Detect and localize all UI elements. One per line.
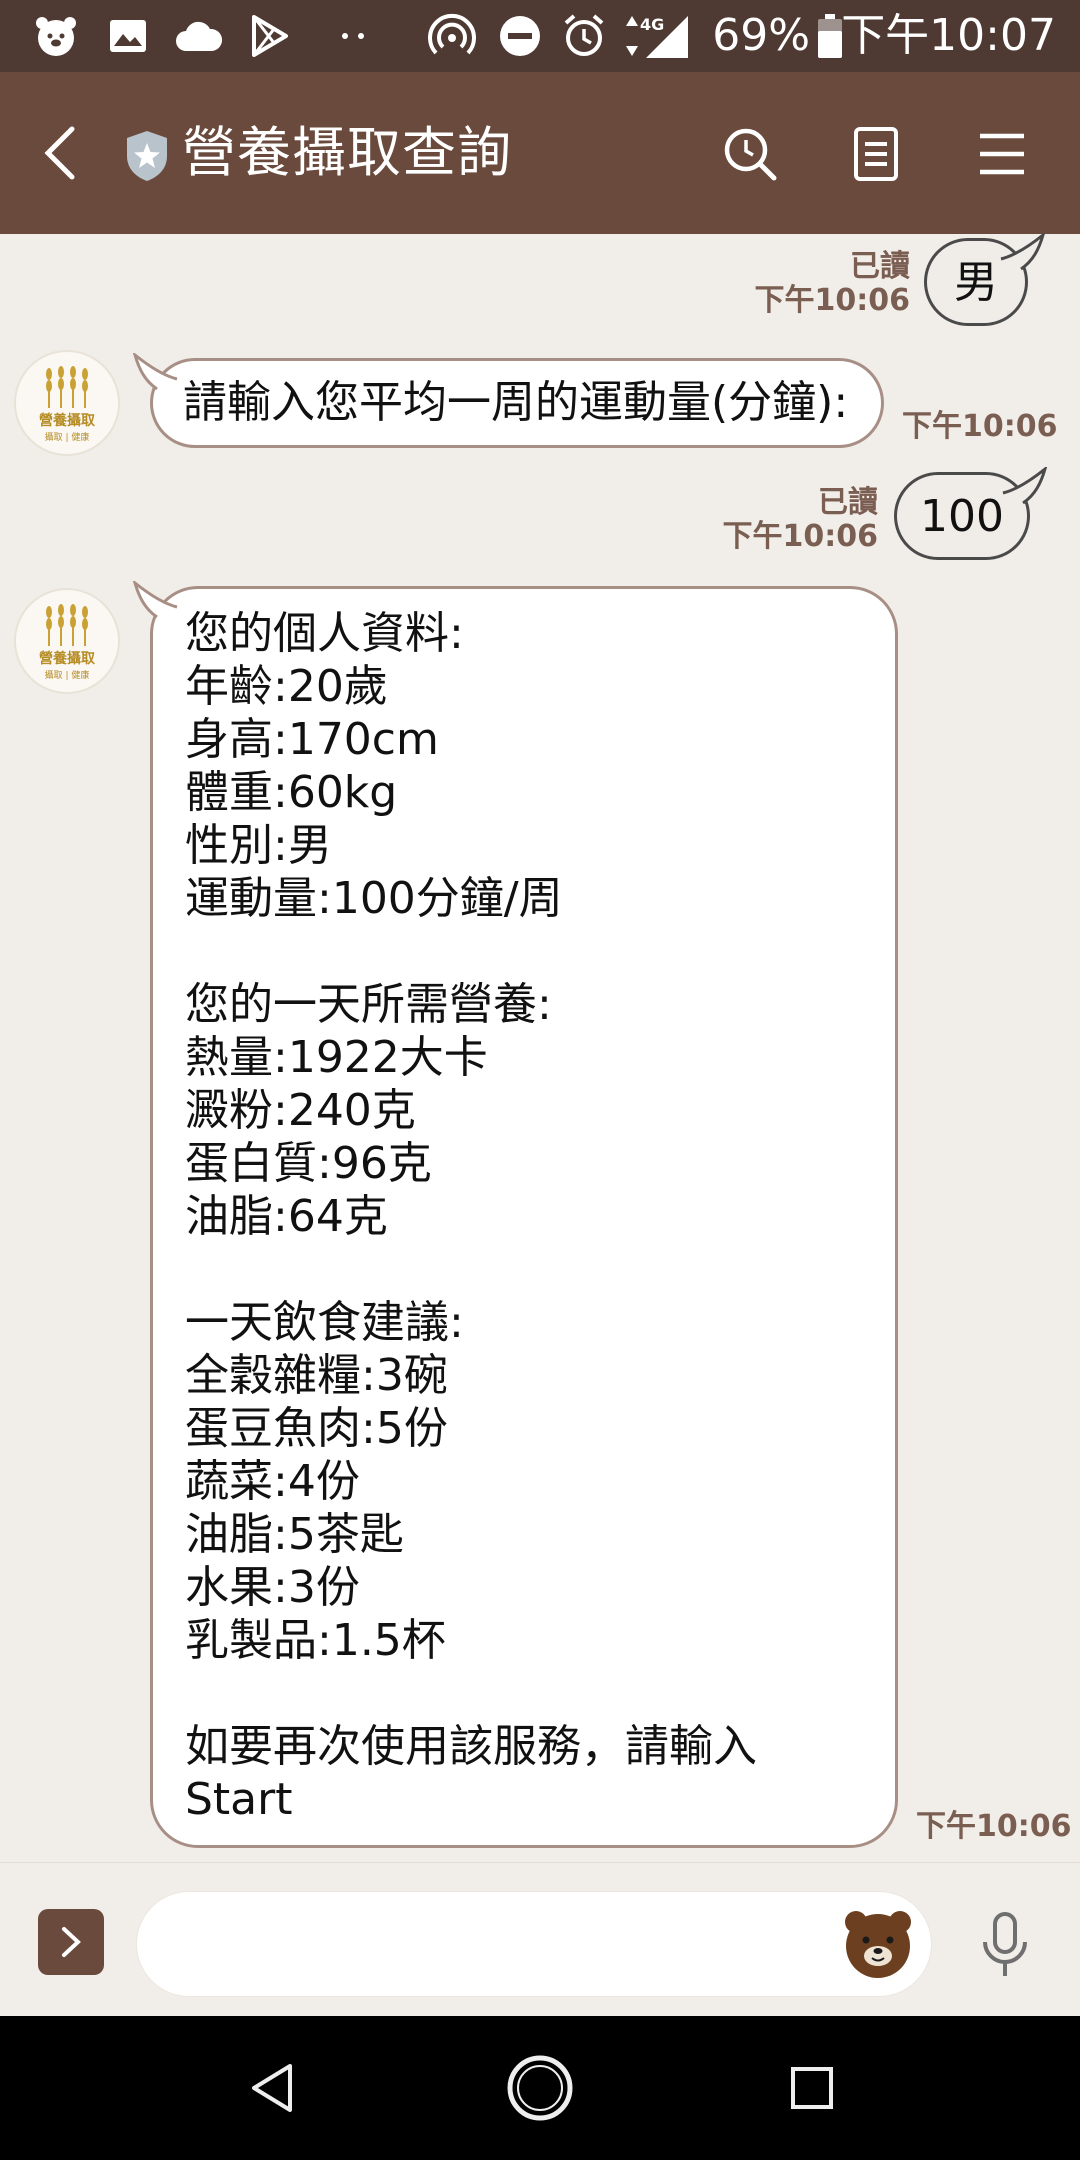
- message-line: [185, 1667, 757, 1720]
- svg-text:4G: 4G: [640, 15, 664, 34]
- message-text: 100: [920, 491, 1004, 542]
- read-receipt: 已讀: [818, 485, 878, 520]
- message-line: [185, 1243, 757, 1296]
- nav-home-icon[interactable]: [504, 2052, 576, 2124]
- avatar-sublabel: 攝取 | 健康: [44, 432, 90, 443]
- message-time: 下午10:06: [902, 409, 1058, 444]
- message-bubble-outgoing[interactable]: 男: [924, 233, 1045, 326]
- mic-button[interactable]: [972, 1907, 1038, 1983]
- hotspot-icon: [426, 10, 478, 62]
- message-meta: 已讀 下午10:06: [700, 249, 911, 318]
- play-store-icon: [246, 10, 294, 62]
- message-line: 油脂:64克: [185, 1191, 388, 1242]
- mic-icon: [983, 1912, 1027, 1976]
- message-line: [185, 925, 757, 978]
- wheat-icon: [46, 603, 88, 646]
- message-meta: 已讀 下午10:06: [668, 485, 879, 554]
- message-line: 蔬菜:4份: [185, 1456, 360, 1507]
- input-bar: [0, 1862, 1080, 2016]
- verified-shield-icon: [122, 128, 172, 184]
- message-time: 下午10:06: [916, 1809, 1072, 1844]
- alarm-icon: [558, 10, 610, 62]
- system-nav-bar: [0, 2016, 1080, 2160]
- message-line: 體重:60kg: [185, 767, 398, 818]
- message-line: 性別:男: [185, 820, 332, 871]
- message-time: 下午10:06: [722, 519, 879, 554]
- message-line: 年齡:20歲: [185, 661, 388, 712]
- cloud-icon: [172, 10, 224, 62]
- message-time: 下午10:06: [754, 283, 911, 318]
- more-dots-icon: [336, 10, 372, 62]
- message-line: 您的一天所需營養:: [185, 979, 552, 1030]
- wheat-icon: [46, 365, 88, 408]
- sticker-button[interactable]: [842, 1908, 914, 1980]
- message-line: 您的個人資料:: [185, 608, 464, 659]
- back-icon[interactable]: [36, 120, 84, 186]
- message-line: 蛋白質:96克: [185, 1138, 432, 1189]
- message-bubble-incoming[interactable]: 請輸入您平均一周的運動量(分鐘):: [133, 353, 884, 448]
- message-line: 乳製品:1.5杯: [185, 1615, 446, 1666]
- message-line: 油脂:5茶匙: [185, 1509, 404, 1560]
- chat-area[interactable]: 已讀 下午10:06 男 營養攝取 攝取 | 健康 請輸入您平均一周的運動量(分…: [0, 233, 1080, 1862]
- do-not-disturb-icon: [494, 10, 546, 62]
- avatar-label: 營養攝取: [39, 650, 95, 667]
- bot-avatar[interactable]: 營養攝取 攝取 | 健康: [14, 350, 120, 456]
- avatar-sublabel: 攝取 | 健康: [44, 670, 90, 681]
- message-text: 請輸入您平均一周的運動量(分鐘):: [183, 377, 849, 428]
- chat-header: 營養攝取查詢: [0, 72, 1080, 234]
- status-bar: 4G 69% 下午10:07: [0, 0, 1080, 72]
- bear-icon: [30, 10, 82, 62]
- message-line: 如要再次使用該服務，請輸入: [185, 1721, 757, 1772]
- expand-button[interactable]: [38, 1909, 104, 1975]
- status-time: 下午10:07: [841, 10, 1056, 61]
- nav-recents-icon[interactable]: [776, 2052, 848, 2124]
- message-text: 男: [954, 257, 998, 308]
- avatar-label: 營養攝取: [39, 412, 95, 429]
- image-icon: [104, 10, 152, 62]
- message-line: Start: [185, 1774, 293, 1825]
- message-line: 一天飲食建議:: [185, 1297, 464, 1348]
- bot-avatar[interactable]: 營養攝取 攝取 | 健康: [14, 588, 120, 694]
- message-line: 熱量:1922大卡: [185, 1032, 488, 1083]
- message-line: 運動量:100分鐘/周: [185, 873, 563, 924]
- read-receipt: 已讀: [850, 249, 910, 284]
- message-line: 全穀雜糧:3碗: [185, 1350, 448, 1401]
- bubble-tail: [133, 353, 178, 391]
- message-line: 澱粉:240克: [185, 1085, 416, 1136]
- message-text-block: 您的個人資料: 年齡:20歲 身高:170cm 體重:60kg 性別:男 運動量:100分…: [185, 607, 757, 1826]
- chat-title: 營養攝取查詢: [182, 121, 512, 184]
- battery-percent: 69%: [712, 10, 810, 61]
- menu-icon[interactable]: [976, 128, 1028, 180]
- message-line: 蛋豆魚肉:5份: [185, 1403, 448, 1454]
- message-line: 身高:170cm: [185, 714, 439, 765]
- search-icon[interactable]: [720, 124, 780, 184]
- message-bubble-outgoing[interactable]: 100: [894, 467, 1047, 560]
- message-line: 水果:3份: [185, 1562, 360, 1613]
- message-bubble-incoming[interactable]: 您的個人資料: 年齡:20歲 身高:170cm 體重:60kg 性別:男 運動量:100分…: [133, 581, 898, 1848]
- nav-back-icon[interactable]: [236, 2052, 308, 2124]
- signal-icon: 4G: [622, 10, 692, 62]
- chevron-right-icon: [62, 1927, 81, 1957]
- bear-sticker-icon: [845, 1911, 911, 1978]
- notes-icon[interactable]: [850, 124, 902, 184]
- bubble-tail: [133, 581, 178, 619]
- message-input[interactable]: [136, 1891, 932, 1997]
